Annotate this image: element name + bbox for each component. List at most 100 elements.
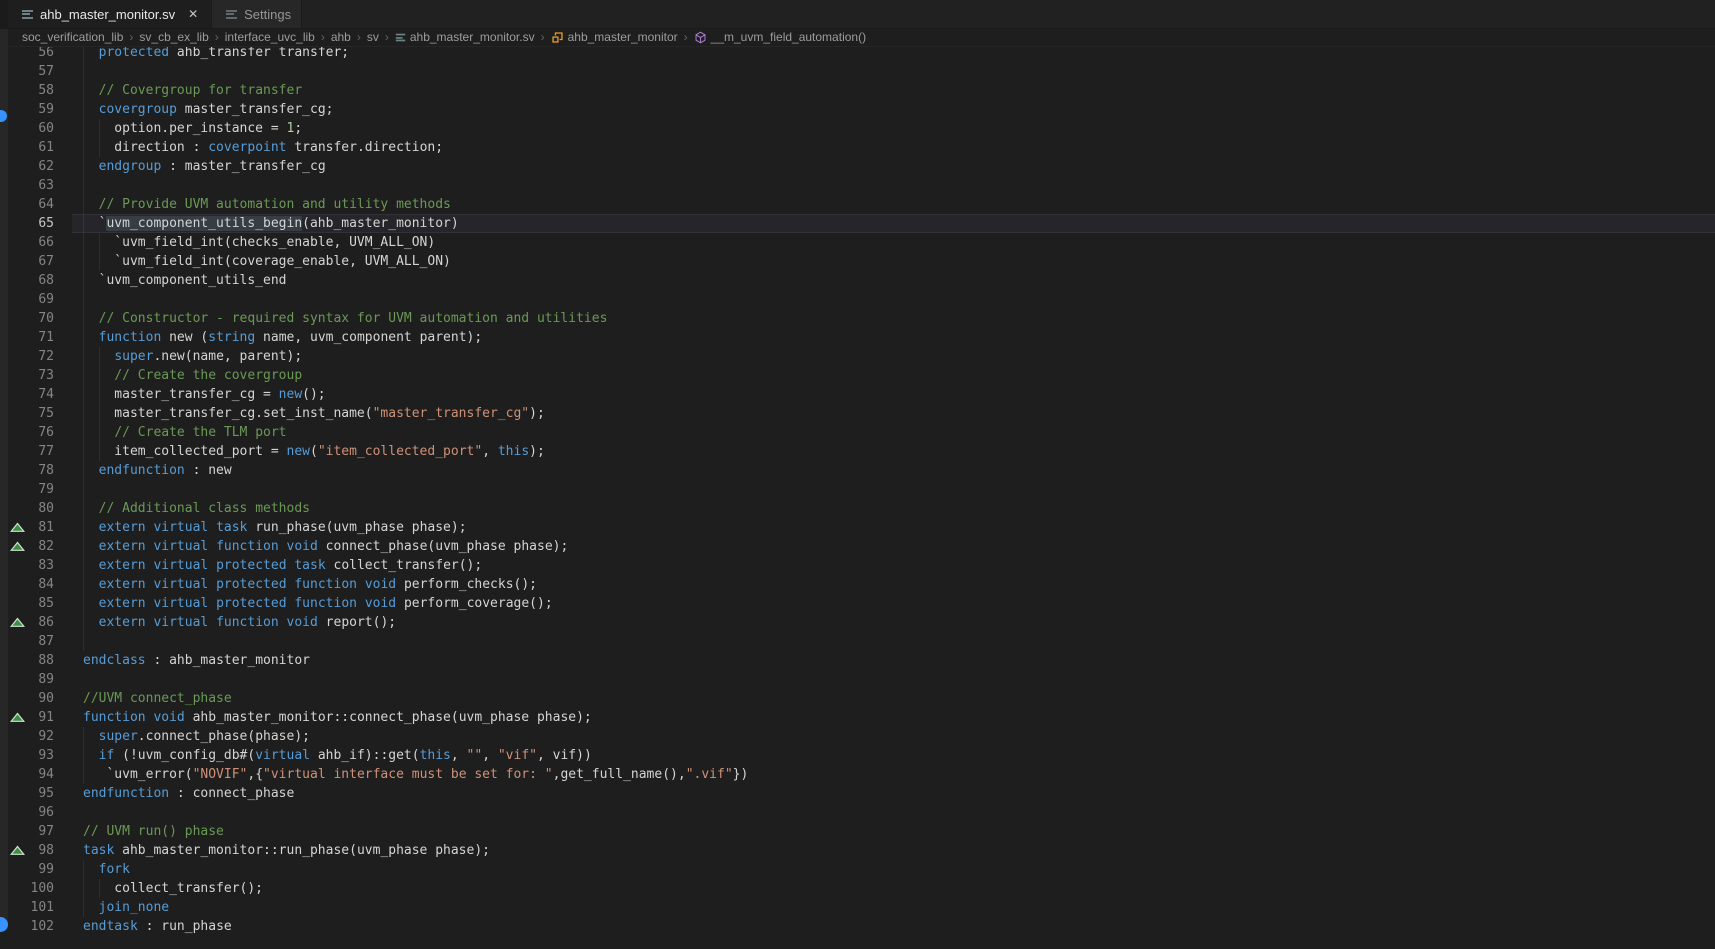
code-line[interactable]: 102endtask : run_phase bbox=[0, 917, 1715, 936]
code-line[interactable]: 81 extern virtual task run_phase(uvm_pha… bbox=[0, 518, 1715, 537]
line-number[interactable]: 97 bbox=[8, 822, 54, 841]
line-number[interactable]: 57 bbox=[8, 62, 54, 81]
code-line[interactable]: 59 covergroup master_transfer_cg; bbox=[0, 100, 1715, 119]
line-number[interactable]: 64 bbox=[8, 195, 54, 214]
line-number[interactable]: 89 bbox=[8, 670, 54, 689]
line-number[interactable]: 94 bbox=[8, 765, 54, 784]
line-number[interactable]: 73 bbox=[8, 366, 54, 385]
code-line[interactable]: 77 item_collected_port = new("item_colle… bbox=[0, 442, 1715, 461]
line-number[interactable]: 92 bbox=[8, 727, 54, 746]
breadcrumb-item[interactable]: ahb bbox=[331, 30, 351, 44]
code-line[interactable]: 101 join_none bbox=[0, 898, 1715, 917]
line-number[interactable]: 69 bbox=[8, 290, 54, 309]
line-number[interactable]: 65 bbox=[8, 214, 54, 233]
code-line[interactable]: 57 bbox=[0, 62, 1715, 81]
tab-ahb-master-monitor[interactable]: ahb_master_monitor.sv ✕ bbox=[8, 0, 211, 28]
line-number[interactable]: 84 bbox=[8, 575, 54, 594]
line-number[interactable]: 98 bbox=[8, 841, 54, 860]
line-number[interactable]: 61 bbox=[8, 138, 54, 157]
code-line[interactable]: 90//UVM connect_phase bbox=[0, 689, 1715, 708]
code-line[interactable]: 96 bbox=[0, 803, 1715, 822]
code-line[interactable]: 66 `uvm_field_int(checks_enable, UVM_ALL… bbox=[0, 233, 1715, 252]
code-line[interactable]: 63 bbox=[0, 176, 1715, 195]
line-number[interactable]: 101 bbox=[8, 898, 54, 917]
breadcrumb-item[interactable]: interface_uvc_lib bbox=[225, 30, 315, 44]
code-line[interactable]: 89 bbox=[0, 670, 1715, 689]
breadcrumb-item[interactable]: __m_uvm_field_automation() bbox=[694, 30, 866, 44]
line-number[interactable]: 71 bbox=[8, 328, 54, 347]
code-editor[interactable]: 56 protected ahb_transfer transfer;5758 … bbox=[0, 43, 1715, 949]
line-number[interactable]: 83 bbox=[8, 556, 54, 575]
code-line[interactable]: 80 // Additional class methods bbox=[0, 499, 1715, 518]
line-number[interactable]: 77 bbox=[8, 442, 54, 461]
code-line[interactable]: 91function void ahb_master_monitor::conn… bbox=[0, 708, 1715, 727]
line-number[interactable]: 78 bbox=[8, 461, 54, 480]
line-number[interactable]: 82 bbox=[8, 537, 54, 556]
code-line[interactable]: 65 `uvm_component_utils_begin(ahb_master… bbox=[0, 214, 1715, 233]
line-number[interactable]: 58 bbox=[8, 81, 54, 100]
code-line[interactable]: 73 // Create the covergroup bbox=[0, 366, 1715, 385]
code-line[interactable]: 74 master_transfer_cg = new(); bbox=[0, 385, 1715, 404]
code-line[interactable]: 87 bbox=[0, 632, 1715, 651]
line-number[interactable]: 59 bbox=[8, 100, 54, 119]
line-number[interactable]: 90 bbox=[8, 689, 54, 708]
code-line[interactable]: 70 // Constructor - required syntax for … bbox=[0, 309, 1715, 328]
breadcrumb-item[interactable]: ahb_master_monitor bbox=[551, 30, 678, 44]
line-number[interactable]: 62 bbox=[8, 157, 54, 176]
line-number[interactable]: 86 bbox=[8, 613, 54, 632]
line-number[interactable]: 91 bbox=[8, 708, 54, 727]
code-line[interactable]: 60 option.per_instance = 1; bbox=[0, 119, 1715, 138]
code-line[interactable]: 92 super.connect_phase(phase); bbox=[0, 727, 1715, 746]
code-line[interactable]: 72 super.new(name, parent); bbox=[0, 347, 1715, 366]
line-number[interactable]: 60 bbox=[8, 119, 54, 138]
code-line[interactable]: 83 extern virtual protected task collect… bbox=[0, 556, 1715, 575]
code-line[interactable]: 62 endgroup : master_transfer_cg bbox=[0, 157, 1715, 176]
code-line[interactable]: 98task ahb_master_monitor::run_phase(uvm… bbox=[0, 841, 1715, 860]
close-icon[interactable]: ✕ bbox=[185, 6, 201, 22]
breadcrumb-item[interactable]: sv bbox=[367, 30, 379, 44]
code-line[interactable]: 78 endfunction : new bbox=[0, 461, 1715, 480]
code-line[interactable]: 85 extern virtual protected function voi… bbox=[0, 594, 1715, 613]
line-number[interactable]: 79 bbox=[8, 480, 54, 499]
line-number[interactable]: 66 bbox=[8, 233, 54, 252]
code-line[interactable]: 58 // Covergroup for transfer bbox=[0, 81, 1715, 100]
line-number[interactable]: 102 bbox=[8, 917, 54, 936]
line-number[interactable]: 75 bbox=[8, 404, 54, 423]
code-line[interactable]: 79 bbox=[0, 480, 1715, 499]
tab-settings[interactable]: Settings bbox=[211, 0, 302, 28]
line-number[interactable]: 80 bbox=[8, 499, 54, 518]
code-line[interactable]: 95endfunction : connect_phase bbox=[0, 784, 1715, 803]
code-line[interactable]: 67 `uvm_field_int(coverage_enable, UVM_A… bbox=[0, 252, 1715, 271]
breadcrumb-item[interactable]: soc_verification_lib bbox=[22, 30, 123, 44]
line-number[interactable]: 67 bbox=[8, 252, 54, 271]
line-number[interactable]: 81 bbox=[8, 518, 54, 537]
line-number[interactable]: 63 bbox=[8, 176, 54, 195]
code-line[interactable]: 64 // Provide UVM automation and utility… bbox=[0, 195, 1715, 214]
code-line[interactable]: 69 bbox=[0, 290, 1715, 309]
code-line[interactable]: 86 extern virtual function void report()… bbox=[0, 613, 1715, 632]
code-line[interactable]: 84 extern virtual protected function voi… bbox=[0, 575, 1715, 594]
code-line[interactable]: 76 // Create the TLM port bbox=[0, 423, 1715, 442]
line-number[interactable]: 74 bbox=[8, 385, 54, 404]
code-line[interactable]: 93 if (!uvm_config_db#(virtual ahb_if)::… bbox=[0, 746, 1715, 765]
line-number[interactable]: 70 bbox=[8, 309, 54, 328]
line-number[interactable]: 96 bbox=[8, 803, 54, 822]
line-number[interactable]: 95 bbox=[8, 784, 54, 803]
line-number[interactable]: 68 bbox=[8, 271, 54, 290]
breadcrumb-item[interactable]: sv_cb_ex_lib bbox=[139, 30, 208, 44]
code-line[interactable]: 82 extern virtual function void connect_… bbox=[0, 537, 1715, 556]
code-line[interactable]: 68 `uvm_component_utils_end bbox=[0, 271, 1715, 290]
code-line[interactable]: 75 master_transfer_cg.set_inst_name("mas… bbox=[0, 404, 1715, 423]
code-line[interactable]: 94 `uvm_error("NOVIF",{"virtual interfac… bbox=[0, 765, 1715, 784]
line-number[interactable]: 87 bbox=[8, 632, 54, 651]
line-number[interactable]: 93 bbox=[8, 746, 54, 765]
code-line[interactable]: 100 collect_transfer(); bbox=[0, 879, 1715, 898]
code-line[interactable]: 71 function new (string name, uvm_compon… bbox=[0, 328, 1715, 347]
code-line[interactable]: 61 direction : coverpoint transfer.direc… bbox=[0, 138, 1715, 157]
line-number[interactable]: 100 bbox=[8, 879, 54, 898]
line-number[interactable]: 99 bbox=[8, 860, 54, 879]
line-number[interactable]: 88 bbox=[8, 651, 54, 670]
breadcrumb-item[interactable]: ahb_master_monitor.sv bbox=[395, 30, 535, 44]
code-line[interactable]: 97// UVM run() phase bbox=[0, 822, 1715, 841]
code-line[interactable]: 99 fork bbox=[0, 860, 1715, 879]
